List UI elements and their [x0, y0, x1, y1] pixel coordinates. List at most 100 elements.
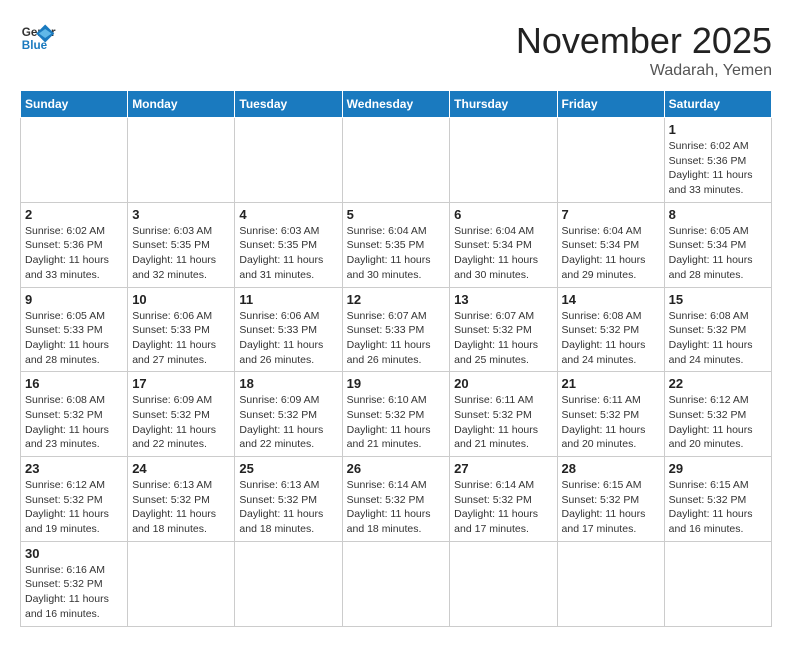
- calendar-cell: [128, 118, 235, 203]
- day-number: 20: [454, 376, 552, 391]
- day-number: 30: [25, 546, 123, 561]
- day-info: Sunrise: 6:13 AM Sunset: 5:32 PM Dayligh…: [239, 478, 337, 537]
- day-number: 9: [25, 292, 123, 307]
- day-number: 29: [669, 461, 767, 476]
- column-header-friday: Friday: [557, 91, 664, 118]
- page-header: General Blue November 2025 Wadarah, Yeme…: [20, 20, 772, 80]
- day-number: 2: [25, 207, 123, 222]
- calendar-cell: [664, 541, 771, 626]
- day-number: 1: [669, 122, 767, 137]
- calendar-cell: 30 Sunrise: 6:16 AM Sunset: 5:32 PM Dayli…: [21, 541, 128, 626]
- calendar-cell: [235, 118, 342, 203]
- calendar-cell: 27Sunrise: 6:14 AM Sunset: 5:32 PM Dayli…: [450, 457, 557, 542]
- day-number: 5: [347, 207, 446, 222]
- day-number: 10: [132, 292, 230, 307]
- calendar-cell: 28 Sunrise: 6:15 AM Sunset: 5:32 PM Dayli…: [557, 457, 664, 542]
- day-info: Sunrise: 6:04 AM Sunset: 5:35 PM Dayligh…: [347, 224, 446, 283]
- calendar-cell: 3 Sunrise: 6:03 AM Sunset: 5:35 PM Daylig…: [128, 202, 235, 287]
- calendar-cell: [557, 118, 664, 203]
- day-info: Sunrise: 6:05 AM Sunset: 5:33 PM Dayligh…: [25, 309, 123, 368]
- day-number: 22: [669, 376, 767, 391]
- calendar-cell: 11Sunrise: 6:06 AM Sunset: 5:33 PM Dayli…: [235, 287, 342, 372]
- calendar-cell: [450, 118, 557, 203]
- calendar-cell: 23 Sunrise: 6:12 AM Sunset: 5:32 PM Dayli…: [21, 457, 128, 542]
- calendar-cell: [342, 118, 450, 203]
- day-number: 15: [669, 292, 767, 307]
- day-info: Sunrise: 6:10 AM Sunset: 5:32 PM Dayligh…: [347, 393, 446, 452]
- day-number: 4: [239, 207, 337, 222]
- month-title: November 2025: [516, 20, 772, 62]
- day-number: 3: [132, 207, 230, 222]
- calendar-cell: 7 Sunrise: 6:04 AM Sunset: 5:34 PM Daylig…: [557, 202, 664, 287]
- calendar-cell: 2 Sunrise: 6:02 AM Sunset: 5:36 PM Daylig…: [21, 202, 128, 287]
- column-header-tuesday: Tuesday: [235, 91, 342, 118]
- calendar-cell: [450, 541, 557, 626]
- column-header-monday: Monday: [128, 91, 235, 118]
- day-info: Sunrise: 6:13 AM Sunset: 5:32 PM Dayligh…: [132, 478, 230, 537]
- calendar-cell: 12 Sunrise: 6:07 AM Sunset: 5:33 PM Dayli…: [342, 287, 450, 372]
- location-title: Wadarah, Yemen: [516, 62, 772, 80]
- column-header-sunday: Sunday: [21, 91, 128, 118]
- day-number: 28: [562, 461, 660, 476]
- day-info: Sunrise: 6:04 AM Sunset: 5:34 PM Dayligh…: [454, 224, 552, 283]
- day-number: 24: [132, 461, 230, 476]
- calendar-cell: [235, 541, 342, 626]
- day-info: Sunrise: 6:14 AM Sunset: 5:32 PM Dayligh…: [347, 478, 446, 537]
- calendar-cell: 8 Sunrise: 6:05 AM Sunset: 5:34 PM Daylig…: [664, 202, 771, 287]
- day-info: Sunrise: 6:08 AM Sunset: 5:32 PM Dayligh…: [562, 309, 660, 368]
- day-number: 6: [454, 207, 552, 222]
- day-info: Sunrise: 6:09 AM Sunset: 5:32 PM Dayligh…: [132, 393, 230, 452]
- calendar-cell: 29Sunrise: 6:15 AM Sunset: 5:32 PM Dayli…: [664, 457, 771, 542]
- day-info: Sunrise: 6:07 AM Sunset: 5:33 PM Dayligh…: [347, 309, 446, 368]
- day-number: 25: [239, 461, 337, 476]
- day-info: Sunrise: 6:14 AM Sunset: 5:32 PM Dayligh…: [454, 478, 552, 537]
- calendar-cell: 22Sunrise: 6:12 AM Sunset: 5:32 PM Dayli…: [664, 372, 771, 457]
- day-info: Sunrise: 6:07 AM Sunset: 5:32 PM Dayligh…: [454, 309, 552, 368]
- day-number: 17: [132, 376, 230, 391]
- week-row-3: 9 Sunrise: 6:05 AM Sunset: 5:33 PM Daylig…: [21, 287, 772, 372]
- calendar-cell: 10Sunrise: 6:06 AM Sunset: 5:33 PM Dayli…: [128, 287, 235, 372]
- day-number: 18: [239, 376, 337, 391]
- day-info: Sunrise: 6:16 AM Sunset: 5:32 PM Dayligh…: [25, 563, 123, 622]
- day-info: Sunrise: 6:05 AM Sunset: 5:34 PM Dayligh…: [669, 224, 767, 283]
- calendar-cell: 4 Sunrise: 6:03 AM Sunset: 5:35 PM Daylig…: [235, 202, 342, 287]
- day-info: Sunrise: 6:03 AM Sunset: 5:35 PM Dayligh…: [239, 224, 337, 283]
- day-number: 14: [562, 292, 660, 307]
- calendar-cell: 21Sunrise: 6:11 AM Sunset: 5:32 PM Dayli…: [557, 372, 664, 457]
- calendar-cell: 26Sunrise: 6:14 AM Sunset: 5:32 PM Dayli…: [342, 457, 450, 542]
- day-info: Sunrise: 6:09 AM Sunset: 5:32 PM Dayligh…: [239, 393, 337, 452]
- day-info: Sunrise: 6:12 AM Sunset: 5:32 PM Dayligh…: [25, 478, 123, 537]
- day-number: 8: [669, 207, 767, 222]
- day-number: 7: [562, 207, 660, 222]
- calendar-header-row: SundayMondayTuesdayWednesdayThursdayFrid…: [21, 91, 772, 118]
- calendar-cell: 19Sunrise: 6:10 AM Sunset: 5:32 PM Dayli…: [342, 372, 450, 457]
- column-header-saturday: Saturday: [664, 91, 771, 118]
- day-info: Sunrise: 6:02 AM Sunset: 5:36 PM Dayligh…: [25, 224, 123, 283]
- calendar-cell: [557, 541, 664, 626]
- column-header-thursday: Thursday: [450, 91, 557, 118]
- title-block: November 2025 Wadarah, Yemen: [516, 20, 772, 80]
- day-number: 21: [562, 376, 660, 391]
- week-row-6: 30 Sunrise: 6:16 AM Sunset: 5:32 PM Dayli…: [21, 541, 772, 626]
- day-info: Sunrise: 6:06 AM Sunset: 5:33 PM Dayligh…: [239, 309, 337, 368]
- day-number: 23: [25, 461, 123, 476]
- calendar-cell: [342, 541, 450, 626]
- day-number: 12: [347, 292, 446, 307]
- column-header-wednesday: Wednesday: [342, 91, 450, 118]
- calendar-cell: 6 Sunrise: 6:04 AM Sunset: 5:34 PM Daylig…: [450, 202, 557, 287]
- calendar-table: SundayMondayTuesdayWednesdayThursdayFrid…: [20, 90, 772, 627]
- day-info: Sunrise: 6:08 AM Sunset: 5:32 PM Dayligh…: [25, 393, 123, 452]
- calendar-cell: 14 Sunrise: 6:08 AM Sunset: 5:32 PM Dayli…: [557, 287, 664, 372]
- logo-icon: General Blue: [20, 20, 56, 56]
- calendar-cell: 13Sunrise: 6:07 AM Sunset: 5:32 PM Dayli…: [450, 287, 557, 372]
- day-info: Sunrise: 6:04 AM Sunset: 5:34 PM Dayligh…: [562, 224, 660, 283]
- calendar-cell: 20 Sunrise: 6:11 AM Sunset: 5:32 PM Dayli…: [450, 372, 557, 457]
- day-info: Sunrise: 6:11 AM Sunset: 5:32 PM Dayligh…: [454, 393, 552, 452]
- calendar-cell: 24 Sunrise: 6:13 AM Sunset: 5:32 PM Dayli…: [128, 457, 235, 542]
- day-info: Sunrise: 6:15 AM Sunset: 5:32 PM Dayligh…: [562, 478, 660, 537]
- calendar-cell: [128, 541, 235, 626]
- week-row-4: 16Sunrise: 6:08 AM Sunset: 5:32 PM Dayli…: [21, 372, 772, 457]
- day-info: Sunrise: 6:03 AM Sunset: 5:35 PM Dayligh…: [132, 224, 230, 283]
- calendar-cell: 5 Sunrise: 6:04 AM Sunset: 5:35 PM Daylig…: [342, 202, 450, 287]
- calendar-cell: [21, 118, 128, 203]
